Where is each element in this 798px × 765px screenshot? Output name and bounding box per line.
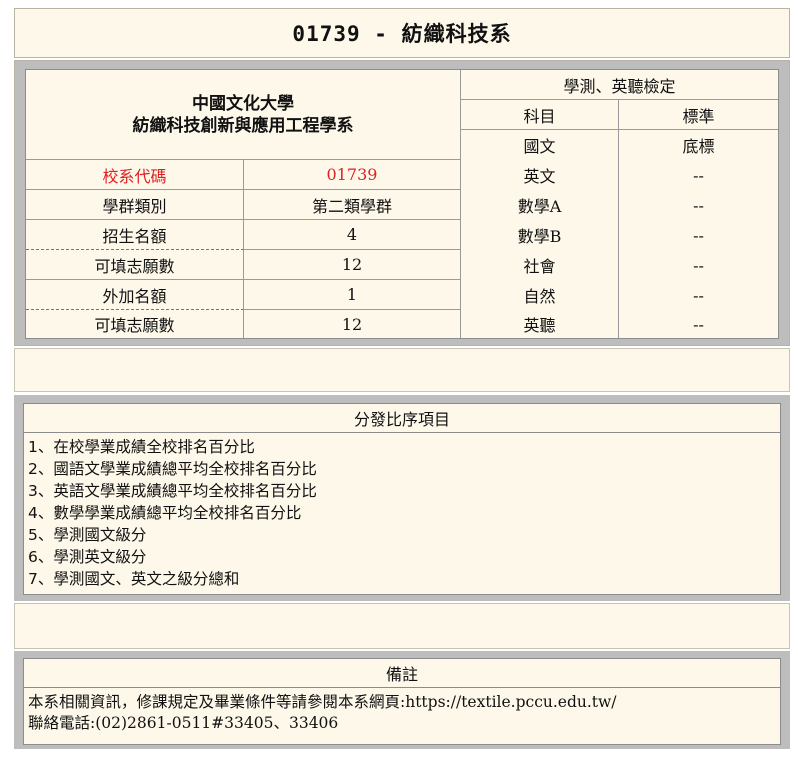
list-item: 1、在校學業成績全校排名百分比 [28,438,255,456]
info-value-quota: 4 [244,220,461,250]
spacer-panel [14,603,790,649]
info-value-group: 第二類學群 [244,190,461,220]
exam-standard: 底標 [682,137,715,156]
exam-standard: -- [693,165,704,185]
exam-col-standard: 標準 [619,100,778,130]
info-label-extra-quota: 外加名額 [26,280,244,310]
list-item: 4、數學學業成績總平均全校排名百分比 [28,504,302,522]
exam-standard: -- [693,314,704,334]
info-value-choices: 12 [244,250,461,280]
department-name: 紡織科技創新與應用工程學系 [132,115,354,135]
list-item: 6、學測英文級分 [28,548,147,566]
exam-subject: 英聽 [461,310,619,338]
exam-standard: -- [693,195,704,215]
exam-subject: 數學A [461,190,619,220]
list-item: 5、學測國文級分 [28,526,147,544]
remarks-line-phone: 聯絡電話:(02)2861-0511#33405、33406 [28,714,339,732]
info-label-code: 校系代碼 [26,160,244,190]
department-info-table: 中國文化大學 紡織科技創新與應用工程學系 校系代碼 01739 學群類別 第二類… [25,69,779,339]
exam-col-subject: 科目 [461,100,619,130]
spacer-panel [14,348,790,392]
exam-standard: -- [693,285,704,305]
info-label-quota: 招生名額 [26,220,244,250]
school-name-cell: 中國文化大學 紡織科技創新與應用工程學系 [26,70,461,160]
ranking-title: 分發比序項目 [24,404,780,433]
exam-standard: -- [693,255,704,275]
remarks-line-website: 本系相關資訊，修課規定及畢業條件等請參閱本系網頁:https://textile… [28,693,617,711]
list-item: 3、英語文學業成績總平均全校排名百分比 [28,482,317,500]
exam-subject: 國文 [461,130,619,160]
ranking-table: 分發比序項目 1、在校學業成績全校排名百分比 2、國語文學業成績總平均全校排名百… [23,403,781,595]
exam-subject: 英文 [461,160,619,190]
exam-subject: 社會 [461,250,619,280]
exam-subject: 數學B [461,220,619,250]
page-title-bar: 01739 - 紡織科技系 [14,8,790,58]
university-name: 中國文化大學 [192,93,294,113]
ranking-panel: 分發比序項目 1、在校學業成績全校排名百分比 2、國語文學業成績總平均全校排名百… [14,395,790,601]
info-label-choices: 可填志願數 [26,250,244,280]
remarks-table: 備註 本系相關資訊，修課規定及畢業條件等請參閱本系網頁:https://text… [23,658,781,745]
exam-subject: 自然 [461,280,619,310]
exam-title: 學測、英聽檢定 [461,70,778,100]
info-value-code: 01739 [244,160,461,190]
exam-standard: -- [693,225,704,245]
info-label-extra-choices: 可填志願數 [26,310,244,338]
ranking-list: 1、在校學業成績全校排名百分比 2、國語文學業成績總平均全校排名百分比 3、英語… [24,433,780,593]
department-info-panel: 中國文化大學 紡織科技創新與應用工程學系 校系代碼 01739 學群類別 第二類… [14,60,790,346]
page-title: 01739 - 紡織科技系 [292,22,512,46]
remarks-title: 備註 [24,659,780,688]
remarks-text: 本系相關資訊，修課規定及畢業條件等請參閱本系網頁:https://textile… [24,688,780,738]
info-value-extra-choices: 12 [244,310,461,338]
info-value-extra-quota: 1 [244,280,461,310]
remarks-panel: 備註 本系相關資訊，修課規定及畢業條件等請參閱本系網頁:https://text… [14,651,790,749]
list-item: 7、學測國文、英文之級分總和 [28,570,240,588]
info-label-group: 學群類別 [26,190,244,220]
list-item: 2、國語文學業成績總平均全校排名百分比 [28,460,317,478]
